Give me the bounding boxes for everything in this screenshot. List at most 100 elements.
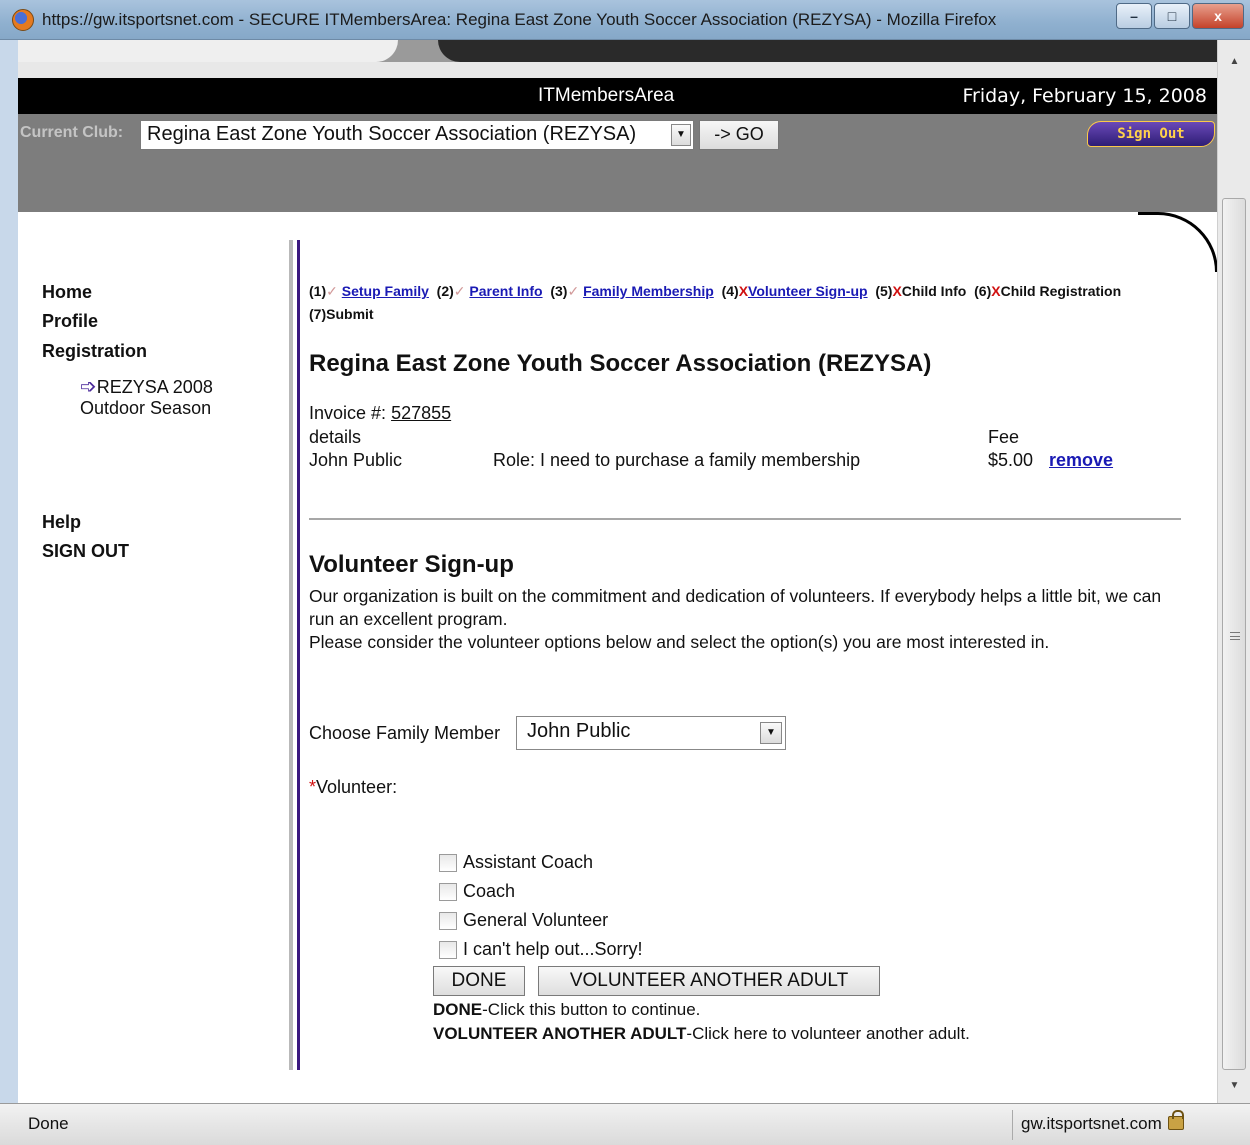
step-submit: Submit — [326, 306, 374, 322]
chevron-down-icon[interactable]: ▼ — [760, 722, 782, 744]
intro-paragraph-2: Please consider the volunteer options be… — [309, 632, 1050, 652]
invoice-role: Role: I need to purchase a family member… — [493, 450, 861, 470]
required-mark: * — [309, 777, 317, 797]
app-header-bar: ITMembersArea Friday, February 15, 2008 — [18, 78, 1217, 114]
main-content: (1)✓ Setup Family (2)✓ Parent Info (3)✓ … — [309, 280, 1189, 1043]
option-label: General Volunteer — [463, 910, 609, 930]
checkbox[interactable] — [439, 940, 457, 959]
app-name: ITMembersArea — [538, 85, 675, 106]
help-done: DONE-Click this button to continue. — [433, 1000, 700, 1020]
chevron-down-icon[interactable]: ▼ — [671, 124, 691, 146]
help-another-bold: VOLUNTEER ANOTHER ADULT — [433, 1024, 687, 1043]
site-banner — [18, 40, 1217, 78]
choose-member-label: Choose Family Member — [309, 723, 501, 743]
done-button[interactable]: DONE — [433, 966, 525, 996]
volunteer-label-text: Volunteer: — [316, 777, 398, 797]
check-icon: ✓ — [326, 283, 338, 299]
minimize-button[interactable]: – — [1116, 3, 1152, 29]
section-title: Volunteer Sign-up — [309, 551, 514, 578]
banner-tab-left — [18, 40, 398, 62]
step-1-num: (1) — [309, 283, 327, 299]
option-cant-help[interactable]: I can't help out...Sorry! — [439, 939, 643, 960]
checkbox[interactable] — [439, 882, 457, 901]
content-divider — [289, 240, 301, 1070]
volunteer-label: *Volunteer: — [309, 777, 397, 798]
status-host-text: gw.itsportsnet.com — [1021, 1114, 1162, 1133]
volunteer-intro: Our organization is built on the commitm… — [309, 585, 1189, 654]
option-label: Coach — [463, 881, 516, 901]
scroll-up-icon[interactable]: ▲ — [1222, 56, 1247, 72]
nav-profile[interactable]: Profile — [42, 311, 98, 332]
step-setup-family[interactable]: Setup Family — [342, 283, 429, 299]
remove-link[interactable]: remove — [1049, 450, 1113, 471]
page-viewport: ITMembersArea Friday, February 15, 2008 … — [18, 40, 1217, 1103]
window-title: https://gw.itsportsnet.com - SECURE ITMe… — [42, 10, 997, 29]
step-family-membership[interactable]: Family Membership — [583, 283, 714, 299]
step-parent-info[interactable]: Parent Info — [469, 283, 542, 299]
arrow-right-icon: ➩ — [80, 376, 97, 398]
help-done-text: -Click this button to continue. — [482, 1000, 701, 1019]
nav-season-line1: REZYSA 2008 — [96, 377, 213, 397]
step-2-num: (2) — [436, 283, 454, 299]
scroll-thumb[interactable] — [1222, 198, 1246, 1070]
checkbox[interactable] — [439, 853, 457, 872]
nav-registration[interactable]: Registration — [42, 341, 147, 362]
window-frame-left — [0, 40, 18, 1105]
step-4-num: (4) — [721, 283, 739, 299]
family-member-value: John Public — [527, 720, 631, 742]
check-icon: ✓ — [567, 283, 580, 299]
current-date: Friday, February 15, 2008 — [962, 85, 1207, 107]
family-member-select[interactable]: John Public ▼ — [516, 716, 786, 750]
nav-season-link[interactable]: ➩REZYSA 2008 — [80, 374, 213, 399]
option-label: I can't help out...Sorry! — [463, 939, 643, 959]
nav-home[interactable]: Home — [42, 282, 92, 303]
status-text: Done — [28, 1114, 69, 1133]
step-5-num: (5) — [875, 283, 893, 299]
nav-sign-out[interactable]: SIGN OUT — [42, 541, 129, 562]
x-icon: X — [738, 283, 749, 299]
window-controls: – □ x — [1116, 3, 1244, 29]
banner-tab-right — [438, 40, 1217, 62]
window-titlebar: https://gw.itsportsnet.com - SECURE ITMe… — [0, 0, 1250, 40]
option-general-volunteer[interactable]: General Volunteer — [439, 910, 608, 931]
nav-help[interactable]: Help — [42, 512, 81, 533]
nav-season-line2[interactable]: Outdoor Season — [80, 398, 211, 419]
invoice-line: Invoice #: 527855 — [309, 403, 451, 424]
registration-steps: (1)✓ Setup Family (2)✓ Parent Info (3)✓ … — [309, 280, 1189, 326]
status-host: gw.itsportsnet.com — [1012, 1110, 1222, 1140]
sign-out-button[interactable]: Sign Out — [1087, 121, 1215, 147]
help-another: VOLUNTEER ANOTHER ADULT-Click here to vo… — [433, 1024, 970, 1044]
invoice-member-name: John Public — [309, 450, 403, 470]
help-done-bold: DONE — [433, 1000, 483, 1019]
help-another-text: -Click here to volunteer another adult. — [686, 1024, 970, 1043]
checkbox[interactable] — [439, 911, 457, 930]
step-3-num: (3) — [550, 283, 568, 299]
scroll-down-icon[interactable]: ▼ — [1222, 1080, 1247, 1096]
maximize-button[interactable]: □ — [1154, 3, 1190, 29]
go-button[interactable]: -> GO — [699, 120, 779, 150]
decorative-curve — [1138, 212, 1217, 272]
invoice-number[interactable]: 527855 — [391, 403, 451, 423]
step-child-info: Child Info — [901, 283, 967, 299]
club-select[interactable]: Regina East Zone Youth Soccer Associatio… — [140, 120, 694, 150]
check-icon: ✓ — [453, 283, 466, 299]
option-assistant-coach[interactable]: Assistant Coach — [439, 852, 593, 873]
lock-icon[interactable] — [1167, 1110, 1184, 1130]
current-club-label: Current Club: — [20, 124, 124, 141]
club-select-value: Regina East Zone Youth Soccer Associatio… — [147, 123, 637, 145]
step-6-num: (6) — [974, 283, 992, 299]
close-button[interactable]: x — [1192, 3, 1244, 29]
step-volunteer-signup[interactable]: Volunteer Sign-up — [748, 283, 868, 299]
firefox-icon — [12, 9, 34, 31]
volunteer-another-button[interactable]: VOLUNTEER ANOTHER ADULT — [538, 966, 880, 996]
vertical-scrollbar[interactable]: ▲ ▼ — [1217, 40, 1250, 1103]
option-coach[interactable]: Coach — [439, 881, 515, 902]
x-icon: X — [892, 283, 902, 299]
x-icon: X — [991, 283, 1001, 299]
step-7-num: (7) — [309, 306, 327, 322]
page-title: Regina East Zone Youth Soccer Associatio… — [309, 350, 932, 377]
fee-header: Fee — [988, 427, 1020, 447]
club-bar: Current Club: Regina East Zone Youth Soc… — [18, 114, 1217, 212]
grip-icon — [1230, 632, 1240, 640]
intro-paragraph-1: Our organization is built on the commitm… — [309, 586, 1162, 629]
